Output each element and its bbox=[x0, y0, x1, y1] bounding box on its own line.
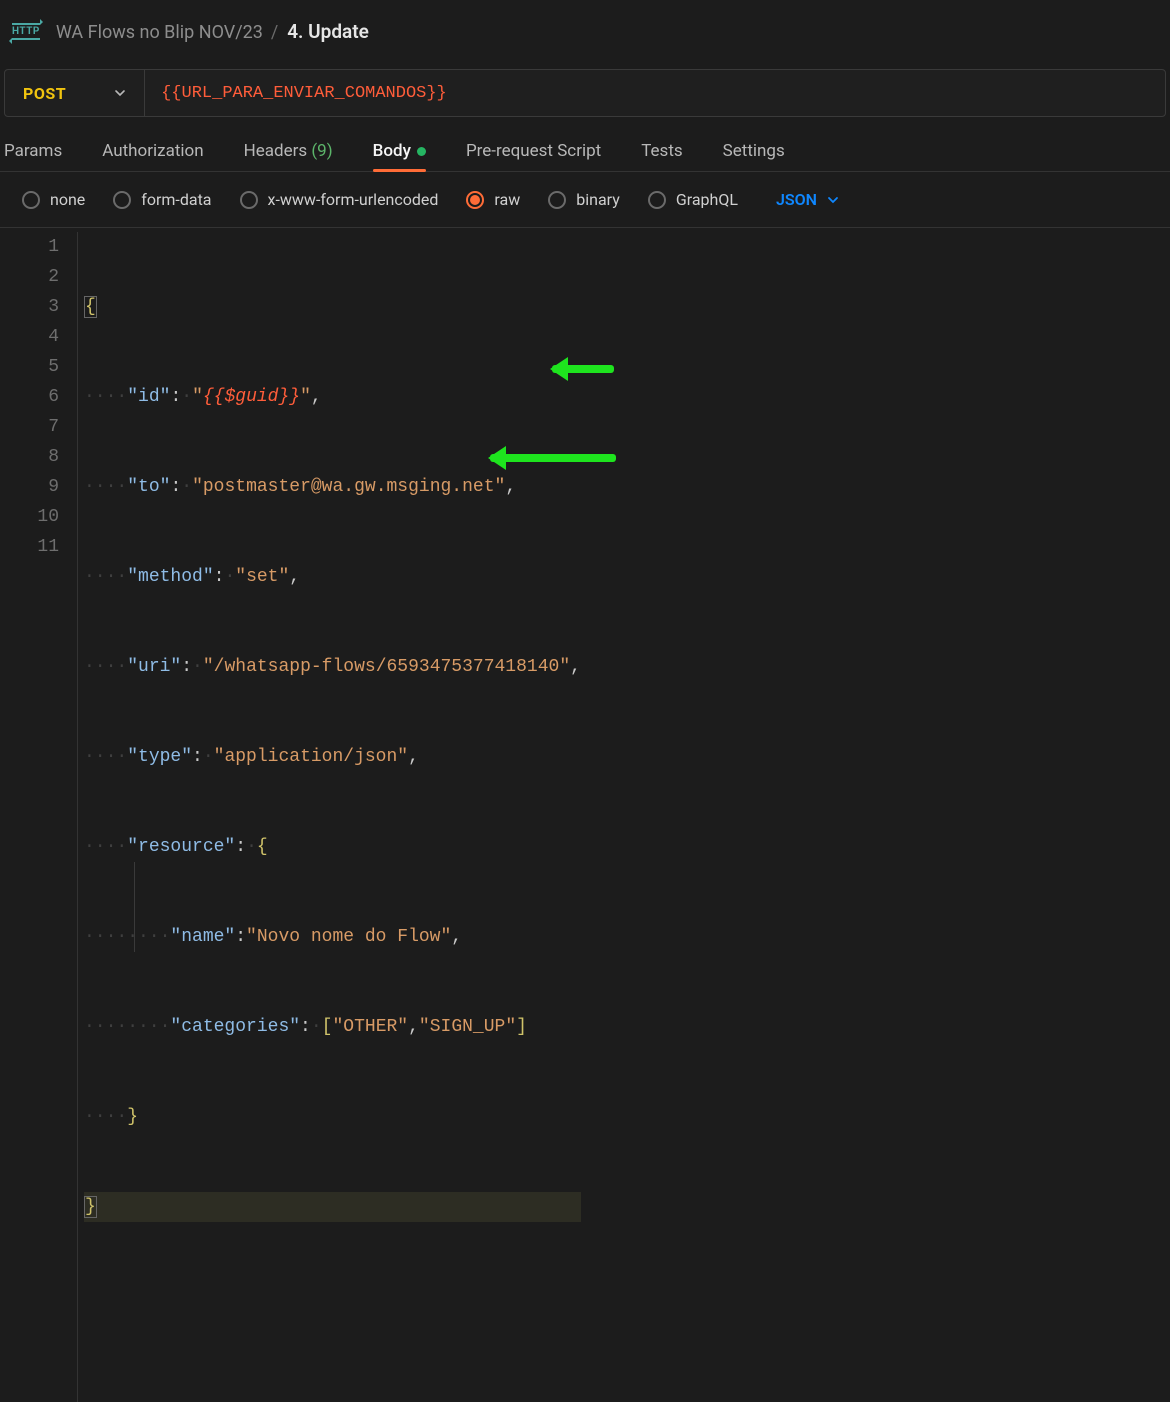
annotation-arrow-icon bbox=[490, 454, 616, 462]
tab-body[interactable]: Body bbox=[373, 141, 426, 171]
tab-params[interactable]: Params bbox=[4, 141, 62, 171]
request-header: HTTP WA Flows no Blip NOV/23 / 4. Update bbox=[0, 0, 1170, 61]
breadcrumb-collection[interactable]: WA Flows no Blip NOV/23 bbox=[56, 22, 263, 43]
chevron-down-icon bbox=[827, 194, 839, 206]
request-tabs: Params Authorization Headers (9) Body Pr… bbox=[0, 117, 1170, 171]
radio-icon bbox=[113, 191, 131, 209]
body-type-urlencoded[interactable]: x-www-form-urlencoded bbox=[240, 190, 439, 209]
tab-tests[interactable]: Tests bbox=[641, 141, 682, 171]
radio-icon bbox=[240, 191, 258, 209]
body-modified-indicator-icon bbox=[417, 147, 426, 156]
body-format-label: JSON bbox=[776, 190, 817, 209]
request-url-variable: {{URL_PARA_ENVIAR_COMANDOS}} bbox=[161, 84, 447, 103]
body-type-binary[interactable]: binary bbox=[548, 190, 620, 209]
tab-settings[interactable]: Settings bbox=[723, 141, 785, 171]
body-editor[interactable]: 1 2 3 4 5 6 7 8 9 10 11 { ····"id":·"{{$… bbox=[0, 227, 1170, 1402]
body-format-select[interactable]: JSON bbox=[776, 190, 839, 209]
tab-headers[interactable]: Headers (9) bbox=[244, 141, 333, 171]
tab-headers-count: (9) bbox=[311, 141, 332, 161]
body-type-raw[interactable]: raw bbox=[466, 190, 520, 209]
breadcrumb[interactable]: WA Flows no Blip NOV/23 / 4. Update bbox=[56, 20, 369, 43]
body-type-none[interactable]: none bbox=[22, 190, 85, 209]
tab-headers-label: Headers bbox=[244, 141, 308, 161]
body-type-radios: none form-data x-www-form-urlencoded raw… bbox=[0, 172, 1170, 227]
chevron-down-icon bbox=[114, 87, 126, 99]
body-type-formdata[interactable]: form-data bbox=[113, 190, 211, 209]
breadcrumb-item[interactable]: 4. Update bbox=[287, 20, 369, 43]
breadcrumb-separator: / bbox=[266, 22, 287, 43]
radio-icon bbox=[648, 191, 666, 209]
radio-selected-icon bbox=[466, 191, 484, 209]
radio-icon bbox=[22, 191, 40, 209]
tab-prerequest[interactable]: Pre-request Script bbox=[466, 141, 601, 171]
request-bar: POST {{URL_PARA_ENVIAR_COMANDOS}} bbox=[4, 69, 1166, 117]
body-type-graphql[interactable]: GraphQL bbox=[648, 190, 738, 209]
code-area[interactable]: { ····"id":·"{{$guid}}", ····"to":·"post… bbox=[78, 232, 581, 1402]
request-url-input[interactable]: {{URL_PARA_ENVIAR_COMANDOS}} bbox=[145, 70, 463, 116]
annotation-arrow-icon bbox=[552, 365, 614, 373]
line-gutter: 1 2 3 4 5 6 7 8 9 10 11 bbox=[0, 232, 78, 1402]
http-method-label: POST bbox=[23, 84, 66, 103]
http-icon: HTTP bbox=[12, 23, 40, 40]
http-method-select[interactable]: POST bbox=[5, 70, 145, 116]
radio-icon bbox=[548, 191, 566, 209]
tab-authorization[interactable]: Authorization bbox=[102, 141, 203, 171]
